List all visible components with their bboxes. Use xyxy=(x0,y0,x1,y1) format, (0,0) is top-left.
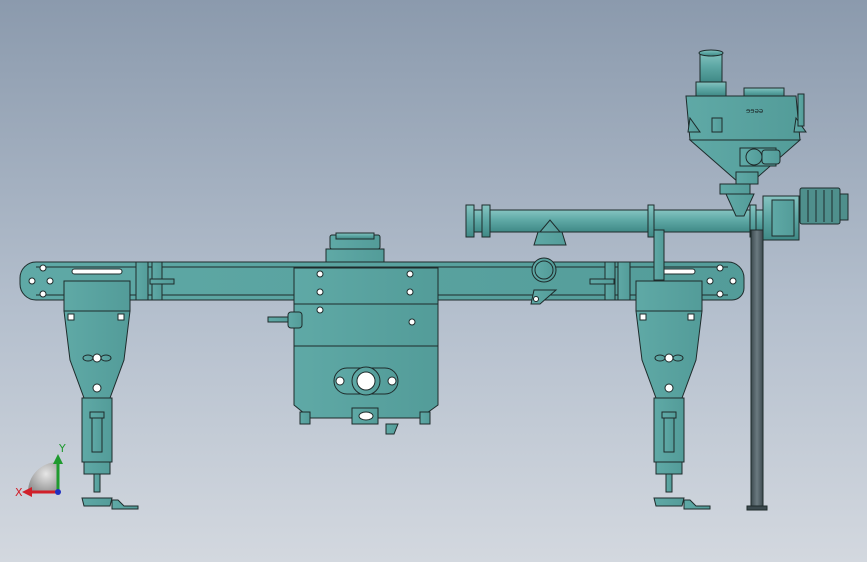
orientation-triad xyxy=(22,454,63,497)
triad-sphere xyxy=(28,462,58,492)
left-leg-assembly xyxy=(63,280,139,510)
feed-hopper: ɘɘəə xyxy=(685,49,807,217)
right-leg-assembly xyxy=(635,280,711,510)
support-post xyxy=(746,229,768,511)
hopper-nameplate: ɘɘəə xyxy=(746,107,763,115)
z-axis-point xyxy=(55,489,61,495)
conveyor-assembly-drawing: ɘɘəə xyxy=(19,49,849,511)
y-axis-label: Y xyxy=(59,442,66,455)
cad-viewport[interactable]: ɘɘəə Y X xyxy=(0,0,867,562)
drive-motor xyxy=(799,187,849,225)
x-axis-label: X xyxy=(15,486,23,499)
